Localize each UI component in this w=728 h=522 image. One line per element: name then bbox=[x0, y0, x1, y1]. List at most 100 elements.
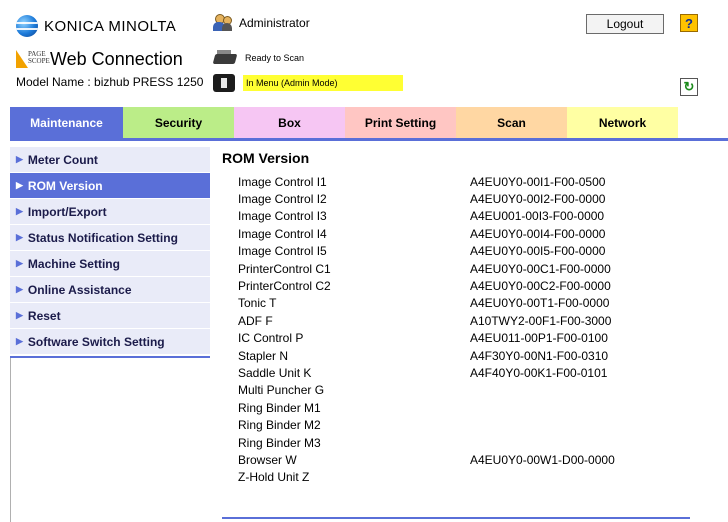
user-name: Administrator bbox=[239, 16, 310, 30]
logout-button[interactable]: Logout bbox=[586, 14, 664, 34]
arrow-right-icon: ▶ bbox=[16, 180, 23, 190]
web-connection-title: Web Connection bbox=[50, 48, 183, 69]
rom-version bbox=[470, 434, 615, 451]
rom-version: A4EU0Y0-00C1-F00-0000 bbox=[470, 261, 611, 276]
tab-maintenance[interactable]: Maintenance bbox=[10, 107, 123, 138]
brand-name: KONICA MINOLTA bbox=[44, 17, 177, 35]
admin-mode-icon bbox=[213, 74, 235, 92]
rom-name: IC Control P bbox=[238, 331, 304, 346]
rom-name: PrinterControl C1 bbox=[238, 261, 331, 276]
sidebar-item-machine-setting[interactable]: ▶ Machine Setting bbox=[10, 251, 210, 277]
rom-name: Image Control I4 bbox=[238, 226, 327, 241]
rom-name: Browser W bbox=[238, 452, 297, 467]
table-row: ADF F A10TWY2-00F1-F00-3000 bbox=[238, 312, 615, 329]
rom-name: PrinterControl C2 bbox=[238, 279, 331, 294]
page-title: ROM Version bbox=[222, 150, 310, 166]
table-row: Image Control I3 A4EU001-00I3-F00-0000 bbox=[238, 208, 615, 225]
rom-name: Ring Binder M3 bbox=[238, 435, 321, 450]
table-row: Z-Hold Unit Z bbox=[238, 469, 615, 486]
rom-version bbox=[470, 399, 615, 416]
status-menu: In Menu (Admin Mode) bbox=[213, 74, 403, 92]
rom-version: A4EU0Y0-00I1-F00-0500 bbox=[470, 174, 606, 189]
sidebar-item-status-notification-setting[interactable]: ▶ Status Notification Setting bbox=[10, 225, 210, 251]
rom-version-table: Image Control I1 A4EU0Y0-00I1-F00-0500 Im… bbox=[238, 173, 615, 486]
table-row: Tonic T A4EU0Y0-00T1-F00-0000 bbox=[238, 295, 615, 312]
sidebar-item-label: Status Notification Setting bbox=[27, 230, 178, 245]
sidebar-menu: ▶ Meter Count ▶ ROM Version ▶ Import/Export… bbox=[10, 147, 210, 355]
sidebar-item-meter-count[interactable]: ▶ Meter Count bbox=[10, 147, 210, 173]
status-ready: Ready to Scan bbox=[212, 50, 305, 66]
sidebar-item-label: Software Switch Setting bbox=[27, 334, 165, 349]
rom-name: Ring Binder M2 bbox=[238, 418, 321, 433]
model-name: Model Name : bizhub PRESS 1250 bbox=[16, 75, 204, 89]
table-row: IC Control P A4EU011-00P1-F00-0100 bbox=[238, 330, 615, 347]
table-row: Ring Binder M1 bbox=[238, 399, 615, 416]
sidebar-item-label: Import/Export bbox=[27, 204, 107, 219]
arrow-right-icon: ▶ bbox=[16, 206, 23, 216]
rom-name: Tonic T bbox=[238, 296, 277, 311]
table-row: Multi Puncher G bbox=[238, 382, 615, 399]
rom-name: Ring Binder M1 bbox=[238, 400, 321, 415]
rom-name: Image Control I5 bbox=[238, 244, 327, 259]
table-row: Ring Binder M3 bbox=[238, 434, 615, 451]
rom-version bbox=[470, 382, 615, 399]
tab-scan[interactable]: Scan bbox=[456, 107, 567, 138]
rom-name: ADF F bbox=[238, 313, 273, 328]
sidebar-item-label: ROM Version bbox=[27, 178, 103, 193]
rom-name: Z-Hold Unit Z bbox=[238, 470, 310, 485]
sidebar-item-label: Machine Setting bbox=[27, 256, 120, 271]
konica-minolta-logo: KONICA MINOLTA bbox=[16, 14, 176, 38]
sidebar-item-online-assistance[interactable]: ▶ Online Assistance bbox=[10, 277, 210, 303]
sidebar-item-rom-version[interactable]: ▶ ROM Version bbox=[10, 173, 210, 199]
table-row: PrinterControl C2 A4EU0Y0-00C2-F00-0000 bbox=[238, 277, 615, 294]
arrow-right-icon: ▶ bbox=[16, 232, 23, 242]
rom-version: A4F30Y0-00N1-F00-0310 bbox=[470, 348, 609, 363]
table-row: Image Control I1 A4EU0Y0-00I1-F00-0500 bbox=[238, 173, 615, 190]
status-ready-text: Ready to Scan bbox=[245, 53, 305, 63]
printer-icon bbox=[212, 50, 238, 66]
refresh-icon[interactable]: ↻ bbox=[680, 78, 698, 96]
rom-version: A4EU001-00I3-F00-0000 bbox=[470, 209, 605, 224]
help-icon[interactable]: ? bbox=[680, 14, 698, 32]
rom-name: Image Control I3 bbox=[238, 209, 327, 224]
rom-version bbox=[470, 469, 615, 486]
rom-version bbox=[470, 416, 615, 433]
rom-version: A4F40Y0-00K1-F00-0101 bbox=[470, 365, 608, 380]
content-divider bbox=[222, 517, 690, 519]
sidebar-item-label: Online Assistance bbox=[27, 282, 132, 297]
tab-print-setting[interactable]: Print Setting bbox=[345, 107, 456, 138]
user-indicator: Administrator bbox=[213, 14, 310, 32]
rom-name: Multi Puncher G bbox=[238, 383, 325, 398]
arrow-right-icon: ▶ bbox=[16, 310, 23, 320]
tab-network[interactable]: Network bbox=[567, 107, 678, 138]
arrow-right-icon: ▶ bbox=[16, 336, 23, 346]
globe-logo-icon bbox=[16, 15, 38, 37]
sidebar-item-label: Meter Count bbox=[27, 152, 98, 167]
sidebar-item-reset[interactable]: ▶ Reset bbox=[10, 303, 210, 329]
page-border bbox=[10, 358, 11, 522]
table-row: Ring Binder M2 bbox=[238, 416, 615, 433]
tab-security[interactable]: Security bbox=[123, 107, 234, 138]
table-row: Saddle Unit K A4F40Y0-00K1-F00-0101 bbox=[238, 364, 615, 381]
pagescope-icon: PAGE SCOPE bbox=[16, 50, 50, 68]
page-frame bbox=[0, 0, 728, 6]
rom-version: A10TWY2-00F1-F00-3000 bbox=[470, 313, 612, 328]
tab-underline bbox=[10, 138, 728, 141]
rom-name: Image Control I2 bbox=[238, 192, 327, 207]
tab-box[interactable]: Box bbox=[234, 107, 345, 138]
arrow-right-icon: ▶ bbox=[16, 284, 23, 294]
rom-version: A4EU0Y0-00I2-F00-0000 bbox=[470, 192, 606, 207]
rom-name: Image Control I1 bbox=[238, 174, 327, 189]
status-menu-text: In Menu (Admin Mode) bbox=[243, 75, 403, 91]
rom-version: A4EU011-00P1-F00-0100 bbox=[470, 331, 608, 346]
sidebar-item-software-switch-setting[interactable]: ▶ Software Switch Setting bbox=[10, 329, 210, 355]
rom-name: Saddle Unit K bbox=[238, 365, 312, 380]
rom-version: A4EU0Y0-00W1-D00-0000 bbox=[470, 452, 615, 467]
rom-version: A4EU0Y0-00T1-F00-0000 bbox=[470, 296, 610, 311]
arrow-right-icon: ▶ bbox=[16, 154, 23, 164]
table-row: PrinterControl C1 A4EU0Y0-00C1-F00-0000 bbox=[238, 260, 615, 277]
sidebar-item-import-export[interactable]: ▶ Import/Export bbox=[10, 199, 210, 225]
rom-version: A4EU0Y0-00I4-F00-0000 bbox=[470, 226, 606, 241]
sidebar-item-label: Reset bbox=[27, 308, 61, 323]
rom-name: Stapler N bbox=[238, 348, 289, 363]
